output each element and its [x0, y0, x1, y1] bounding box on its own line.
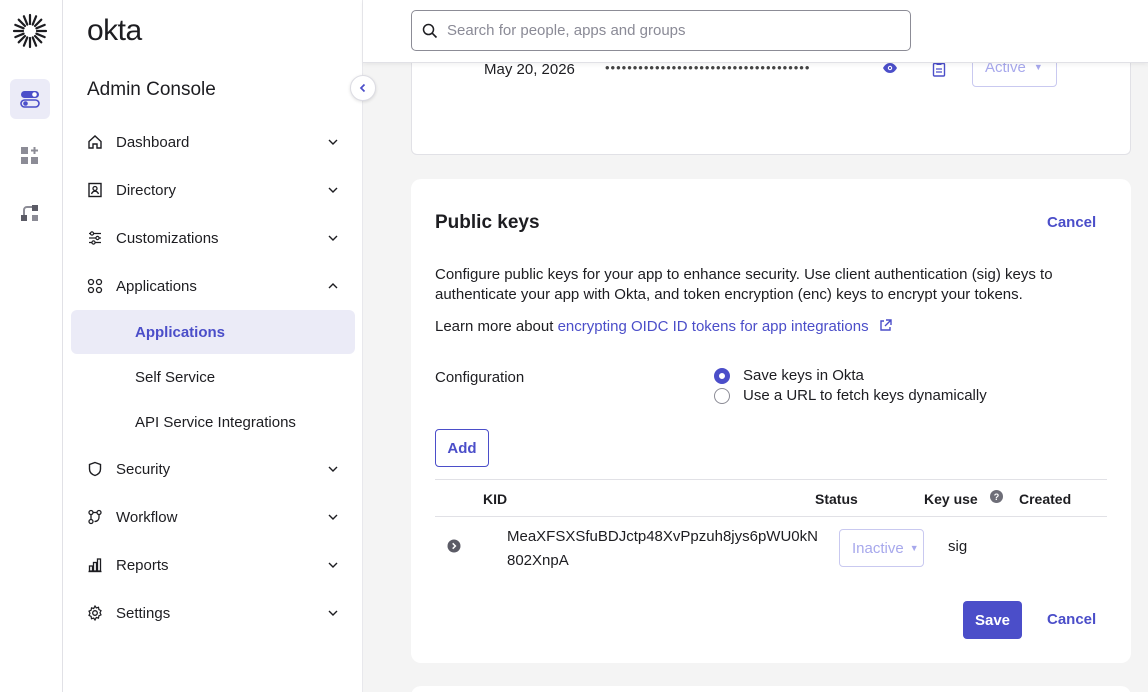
- key-status-dropdown[interactable]: Inactive ▼: [839, 529, 924, 567]
- reports-icon: [87, 557, 103, 573]
- sidebar-item-label: Applications: [116, 277, 197, 295]
- radio-label: Save keys in Okta: [743, 367, 864, 384]
- toggle-icon: [20, 91, 40, 108]
- chevron-up-icon: [328, 283, 338, 289]
- sidebar-item-label: Workflow: [116, 508, 178, 526]
- chevron-down-icon: [328, 466, 338, 472]
- radio-label: Use a URL to fetch keys dynamically: [743, 387, 987, 404]
- app-switcher-rail: [0, 0, 63, 692]
- chevron-down-icon: [328, 187, 338, 193]
- column-header-key-use: Key use: [924, 491, 978, 507]
- help-icon[interactable]: ?: [990, 490, 1003, 506]
- sidebar-item-label: Dashboard: [116, 133, 190, 151]
- sidebar-item-label: Reports: [116, 556, 169, 574]
- home-icon: [87, 134, 103, 150]
- copy-to-clipboard-icon[interactable]: [932, 61, 946, 77]
- chevron-down-icon: [328, 514, 338, 520]
- radio-use-url[interactable]: Use a URL to fetch keys dynamically: [714, 387, 987, 404]
- chevron-left-icon: [359, 83, 366, 93]
- external-link-icon[interactable]: [879, 319, 892, 332]
- search-icon: [422, 23, 438, 38]
- learn-more-prefix: Learn more about: [435, 318, 558, 335]
- kid-value: MeaXFSXSfuBDJctp48XvPpzuh8jys6pWU0kN 802…: [507, 525, 818, 573]
- sidebar-subitem-api-service-integrations[interactable]: API Service Integrations: [71, 400, 355, 444]
- kid-line-1: MeaXFSXSfuBDJctp48XvPpzuh8jys6pWU0kN: [507, 528, 818, 545]
- apps-grid-icon: [87, 278, 103, 294]
- sidebar-subitem-label: API Service Integrations: [135, 413, 296, 431]
- directory-icon: [87, 182, 103, 198]
- sidebar-subitem-applications[interactable]: Applications: [71, 310, 355, 354]
- search-box[interactable]: [411, 10, 911, 51]
- sidebar-item-label: Customizations: [116, 229, 219, 247]
- sidebar-item-customizations[interactable]: Customizations: [87, 218, 339, 258]
- shield-icon: [87, 461, 103, 477]
- caret-down-icon: ▼: [909, 543, 919, 553]
- add-key-button[interactable]: Add: [435, 429, 489, 467]
- save-button[interactable]: Save: [963, 601, 1022, 639]
- sidebar-item-label: Directory: [116, 181, 177, 199]
- sidebar-item-security[interactable]: Security: [87, 449, 339, 489]
- svg-text:?: ?: [994, 492, 1000, 502]
- add-apps-rail-button[interactable]: [10, 136, 50, 176]
- table-row: MeaXFSXSfuBDJctp48XvPpzuh8jys6pWU0kN 802…: [435, 517, 1107, 579]
- sidebar-item-settings[interactable]: Settings: [87, 593, 339, 633]
- kid-line-2: 802XnpA: [507, 552, 569, 569]
- cancel-button[interactable]: Cancel: [1047, 611, 1096, 628]
- chevron-down-icon: [328, 610, 338, 616]
- public-keys-description: Configure public keys for your app to en…: [435, 266, 1053, 303]
- admin-console-rail-button[interactable]: [10, 79, 50, 119]
- gear-icon: [87, 605, 103, 621]
- sidebar-subitem-self-service[interactable]: Self Service: [71, 355, 355, 399]
- sidebar-item-reports[interactable]: Reports: [87, 545, 339, 585]
- sidebar-subitem-label: Applications: [135, 323, 226, 341]
- search-input[interactable]: [447, 22, 887, 39]
- console-title: Admin Console: [87, 79, 216, 100]
- collapse-sidebar-button[interactable]: [350, 75, 376, 101]
- grid-plus-icon: [21, 147, 38, 164]
- keys-table-header: KID Status Key use ? Created: [435, 479, 1107, 517]
- sidebar-item-applications[interactable]: Applications: [87, 266, 339, 306]
- top-bar: [363, 0, 1148, 63]
- workflow-blocks-icon: [21, 205, 38, 221]
- eye-icon[interactable]: [882, 62, 898, 74]
- learn-more-text: Learn more about encrypting OIDC ID toke…: [435, 318, 892, 335]
- workflows-rail-button[interactable]: [10, 193, 50, 233]
- sidebar-item-label: Security: [116, 460, 171, 478]
- sidebar-item-directory[interactable]: Directory: [87, 170, 339, 210]
- column-header-created: Created: [1019, 491, 1072, 507]
- key-use-value: sig: [948, 538, 968, 555]
- sidebar-item-dashboard[interactable]: Dashboard: [87, 122, 339, 162]
- workflow-icon: [87, 509, 103, 525]
- public-keys-card: Public keys Cancel Configure public keys…: [411, 179, 1131, 663]
- radio-save-keys-in-okta[interactable]: Save keys in Okta: [714, 367, 864, 384]
- configuration-label: Configuration: [435, 369, 525, 386]
- sliders-icon: [87, 230, 103, 246]
- secret-created-date: May 20, 2026: [484, 61, 575, 78]
- caret-down-icon: ▼: [1033, 62, 1043, 72]
- radio-selected-icon[interactable]: [714, 367, 730, 384]
- public-keys-cancel-button[interactable]: Cancel: [1047, 214, 1096, 231]
- public-keys-title: Public keys: [435, 212, 540, 233]
- sidebar-item-workflow[interactable]: Workflow: [87, 497, 339, 537]
- okta-logo: okta: [87, 14, 142, 47]
- sidebar-subitem-label: Self Service: [135, 368, 216, 386]
- okta-burst-logo-icon: [12, 13, 48, 49]
- next-card-edge: [411, 686, 1131, 692]
- sidebar-item-label: Settings: [116, 604, 171, 622]
- key-status-value: Inactive: [852, 539, 904, 557]
- column-header-status: Status: [815, 491, 858, 507]
- column-header-kid: KID: [483, 491, 508, 507]
- learn-more-link[interactable]: encrypting OIDC ID tokens for app integr…: [558, 318, 869, 335]
- chevron-down-icon: [328, 562, 338, 568]
- chevron-down-icon: [328, 235, 338, 241]
- expand-row-icon[interactable]: [447, 539, 461, 553]
- radio-unselected-icon[interactable]: [714, 387, 730, 404]
- sidebar: okta Admin Console Dashboard Directory C…: [63, 0, 376, 692]
- chevron-down-icon: [328, 139, 338, 145]
